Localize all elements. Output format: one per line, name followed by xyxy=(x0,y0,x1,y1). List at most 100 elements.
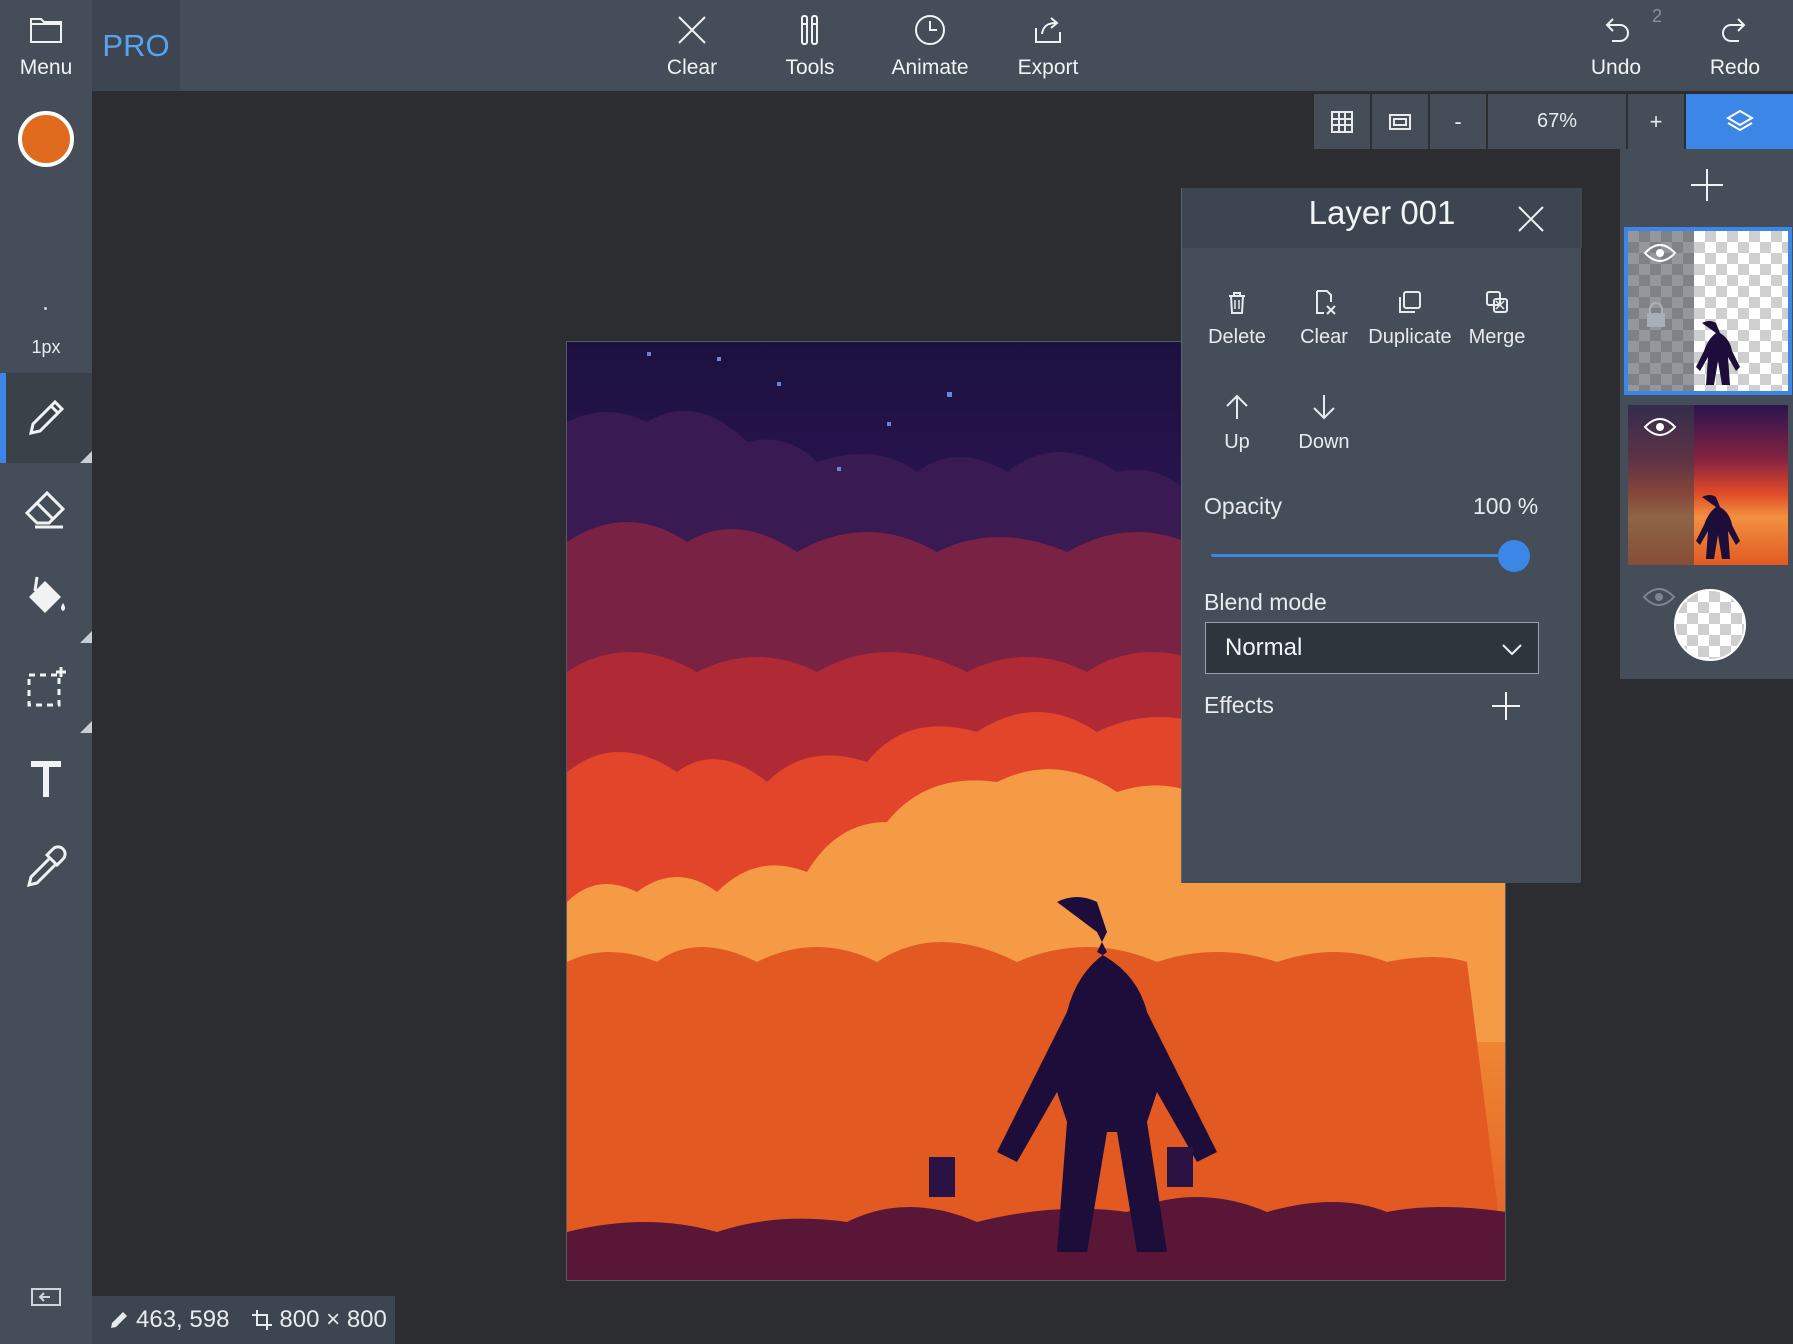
close-icon xyxy=(678,16,706,44)
tools-label: Tools xyxy=(785,56,835,79)
add-layer-button[interactable] xyxy=(1620,149,1793,221)
tool-sidebar: 1px xyxy=(0,91,92,1344)
opacity-value: 100 % xyxy=(1473,493,1539,519)
eye-hidden-icon[interactable] xyxy=(1642,585,1676,609)
move-layer-down-button[interactable]: Down xyxy=(1281,393,1367,454)
layer-thumbnail-3[interactable] xyxy=(1628,579,1788,669)
eyedropper-tool[interactable] xyxy=(0,823,92,913)
opacity-label: Opacity xyxy=(1204,493,1282,519)
undo-label: Undo xyxy=(1590,56,1642,79)
menu-label: Menu xyxy=(19,56,73,79)
delete-label: Delete xyxy=(1208,326,1266,348)
eraser-tool[interactable] xyxy=(0,463,92,553)
arrow-up-icon xyxy=(1226,394,1248,419)
clock-icon xyxy=(915,15,945,45)
undo-icon xyxy=(1605,18,1629,42)
tool-options-indicator xyxy=(80,721,92,733)
close-icon[interactable] xyxy=(1514,202,1548,236)
layers-toggle-button[interactable] xyxy=(1686,94,1793,149)
layer-panel-header: Layer 001 xyxy=(1182,188,1582,248)
undo-count-badge: 2 xyxy=(1652,6,1663,26)
tool-options-indicator xyxy=(80,631,92,643)
text-icon xyxy=(31,761,61,797)
menu-button[interactable]: Menu xyxy=(0,0,92,91)
clear-layer-button[interactable]: Clear xyxy=(1281,288,1367,349)
frame-toggle-button[interactable] xyxy=(1372,94,1428,149)
down-label: Down xyxy=(1298,431,1350,453)
add-effect-icon[interactable] xyxy=(1490,690,1522,722)
brush-size-label[interactable]: 1px xyxy=(0,337,92,358)
brush-preview-dot xyxy=(44,307,47,310)
opacity-slider-track[interactable] xyxy=(1211,554,1513,557)
clear-label: Clear xyxy=(666,56,718,79)
pencil-small-icon xyxy=(111,1312,127,1328)
zoom-level[interactable]: 67% xyxy=(1488,94,1626,149)
selection-tool[interactable] xyxy=(0,643,92,733)
collapse-sidebar-icon[interactable] xyxy=(30,1285,62,1309)
tools-icon xyxy=(801,15,818,45)
clear-page-icon xyxy=(1316,290,1336,315)
delete-layer-button[interactable]: Delete xyxy=(1194,288,1280,349)
merge-layer-button[interactable]: Merge xyxy=(1454,288,1540,349)
zoom-value: 67% xyxy=(1536,110,1578,132)
duplicate-icon xyxy=(1399,291,1421,313)
grid-toggle-button[interactable] xyxy=(1314,94,1370,149)
tools-button[interactable]: Tools xyxy=(760,0,860,91)
layer-thumbnail-1[interactable] xyxy=(1624,227,1792,395)
pencil-tool[interactable] xyxy=(0,373,92,463)
lock-icon[interactable] xyxy=(1643,301,1669,329)
eye-icon[interactable] xyxy=(1643,241,1677,265)
redo-label: Redo xyxy=(1709,56,1761,79)
clear-label: Clear xyxy=(1300,326,1348,348)
pencil-icon xyxy=(29,399,65,435)
blend-mode-value: Normal xyxy=(1225,634,1303,661)
marquee-select-icon xyxy=(27,667,66,707)
status-bar: 463, 598 800 × 800 xyxy=(92,1296,395,1344)
layer-properties-panel: Layer 001 Delete Clear Duplicate Merge U… xyxy=(1181,188,1582,883)
app-window: Menu PRO Clear Tools Animate Export Undo… xyxy=(0,0,1793,1344)
zoom-out-button[interactable]: - xyxy=(1430,94,1486,149)
effects-label: Effects xyxy=(1204,692,1274,718)
redo-button[interactable]: Redo xyxy=(1685,0,1785,91)
move-layer-up-button[interactable]: Up xyxy=(1194,393,1280,454)
blend-mode-label: Blend mode xyxy=(1204,589,1327,615)
frame-icon xyxy=(1389,113,1411,130)
trash-icon xyxy=(1229,292,1245,314)
eraser-icon xyxy=(24,490,66,529)
fill-bucket-tool[interactable] xyxy=(0,553,92,643)
export-label: Export xyxy=(1017,56,1079,79)
text-tool[interactable] xyxy=(0,733,92,823)
merge-icon xyxy=(1486,291,1508,313)
cursor-position: 463, 598 xyxy=(136,1306,230,1333)
top-toolbar: Menu PRO Clear Tools Animate Export Undo… xyxy=(0,0,1793,91)
up-label: Up xyxy=(1224,431,1250,453)
merge-label: Merge xyxy=(1468,326,1526,348)
pro-badge[interactable]: PRO xyxy=(92,0,180,91)
canvas-size: 800 × 800 xyxy=(279,1306,387,1333)
grid-icon xyxy=(1331,110,1353,133)
chevron-down-icon xyxy=(1502,644,1522,656)
background-layer-preview xyxy=(1674,589,1746,661)
undo-button[interactable]: Undo xyxy=(1566,0,1666,91)
eye-icon[interactable] xyxy=(1643,415,1677,439)
share-icon xyxy=(1035,17,1061,43)
blend-mode-dropdown[interactable]: Normal xyxy=(1205,622,1539,674)
duplicate-label: Duplicate xyxy=(1368,326,1452,348)
arrow-down-icon xyxy=(1313,395,1335,420)
crop-icon xyxy=(252,1310,273,1330)
color-picker-swatch[interactable] xyxy=(18,111,74,167)
export-button[interactable]: Export xyxy=(998,0,1098,91)
opacity-slider-thumb[interactable] xyxy=(1498,540,1530,572)
animate-button[interactable]: Animate xyxy=(870,0,990,91)
clear-button[interactable]: Clear xyxy=(642,0,742,91)
layers-list xyxy=(1620,149,1793,679)
eyedropper-icon xyxy=(26,845,67,888)
layer-thumbnail-2[interactable] xyxy=(1628,405,1788,565)
duplicate-layer-button[interactable]: Duplicate xyxy=(1367,288,1453,349)
zoom-in-button[interactable]: + xyxy=(1628,94,1684,149)
redo-icon xyxy=(1722,18,1746,42)
layers-icon xyxy=(1725,109,1754,131)
paint-bucket-icon xyxy=(29,576,65,613)
plus-icon xyxy=(1690,169,1723,201)
tool-options-indicator xyxy=(80,451,92,463)
